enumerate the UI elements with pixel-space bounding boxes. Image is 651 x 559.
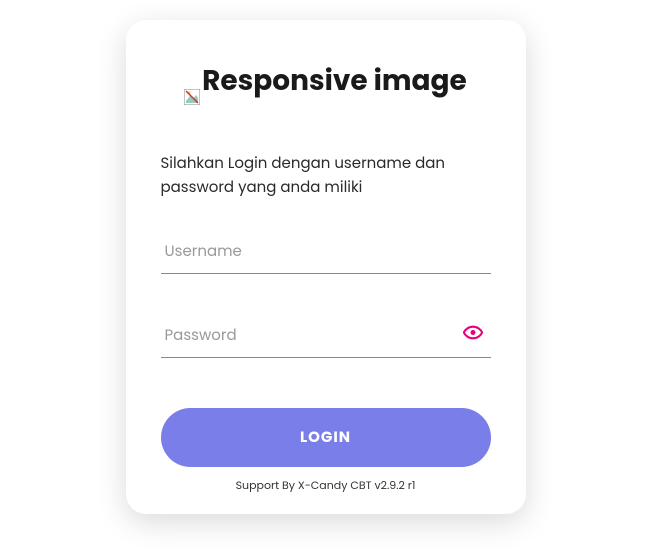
username-group <box>161 230 491 274</box>
support-footer-text: Support By X-Candy CBT v2.9.2 r1 <box>161 477 491 494</box>
username-input[interactable] <box>161 230 491 274</box>
logo-alt-text: Responsive image <box>202 60 467 102</box>
toggle-password-visibility-icon[interactable] <box>463 323 483 350</box>
broken-image-icon <box>184 75 200 91</box>
logo-area: Responsive image <box>161 60 491 112</box>
logo-image: Responsive image <box>184 60 467 102</box>
login-instruction: Silahkan Login dengan username dan passw… <box>161 152 491 200</box>
password-group <box>161 314 491 358</box>
password-input[interactable] <box>161 314 491 358</box>
login-button[interactable]: LOGIN <box>161 408 491 467</box>
login-card: Responsive image Silahkan Login dengan u… <box>126 20 526 514</box>
